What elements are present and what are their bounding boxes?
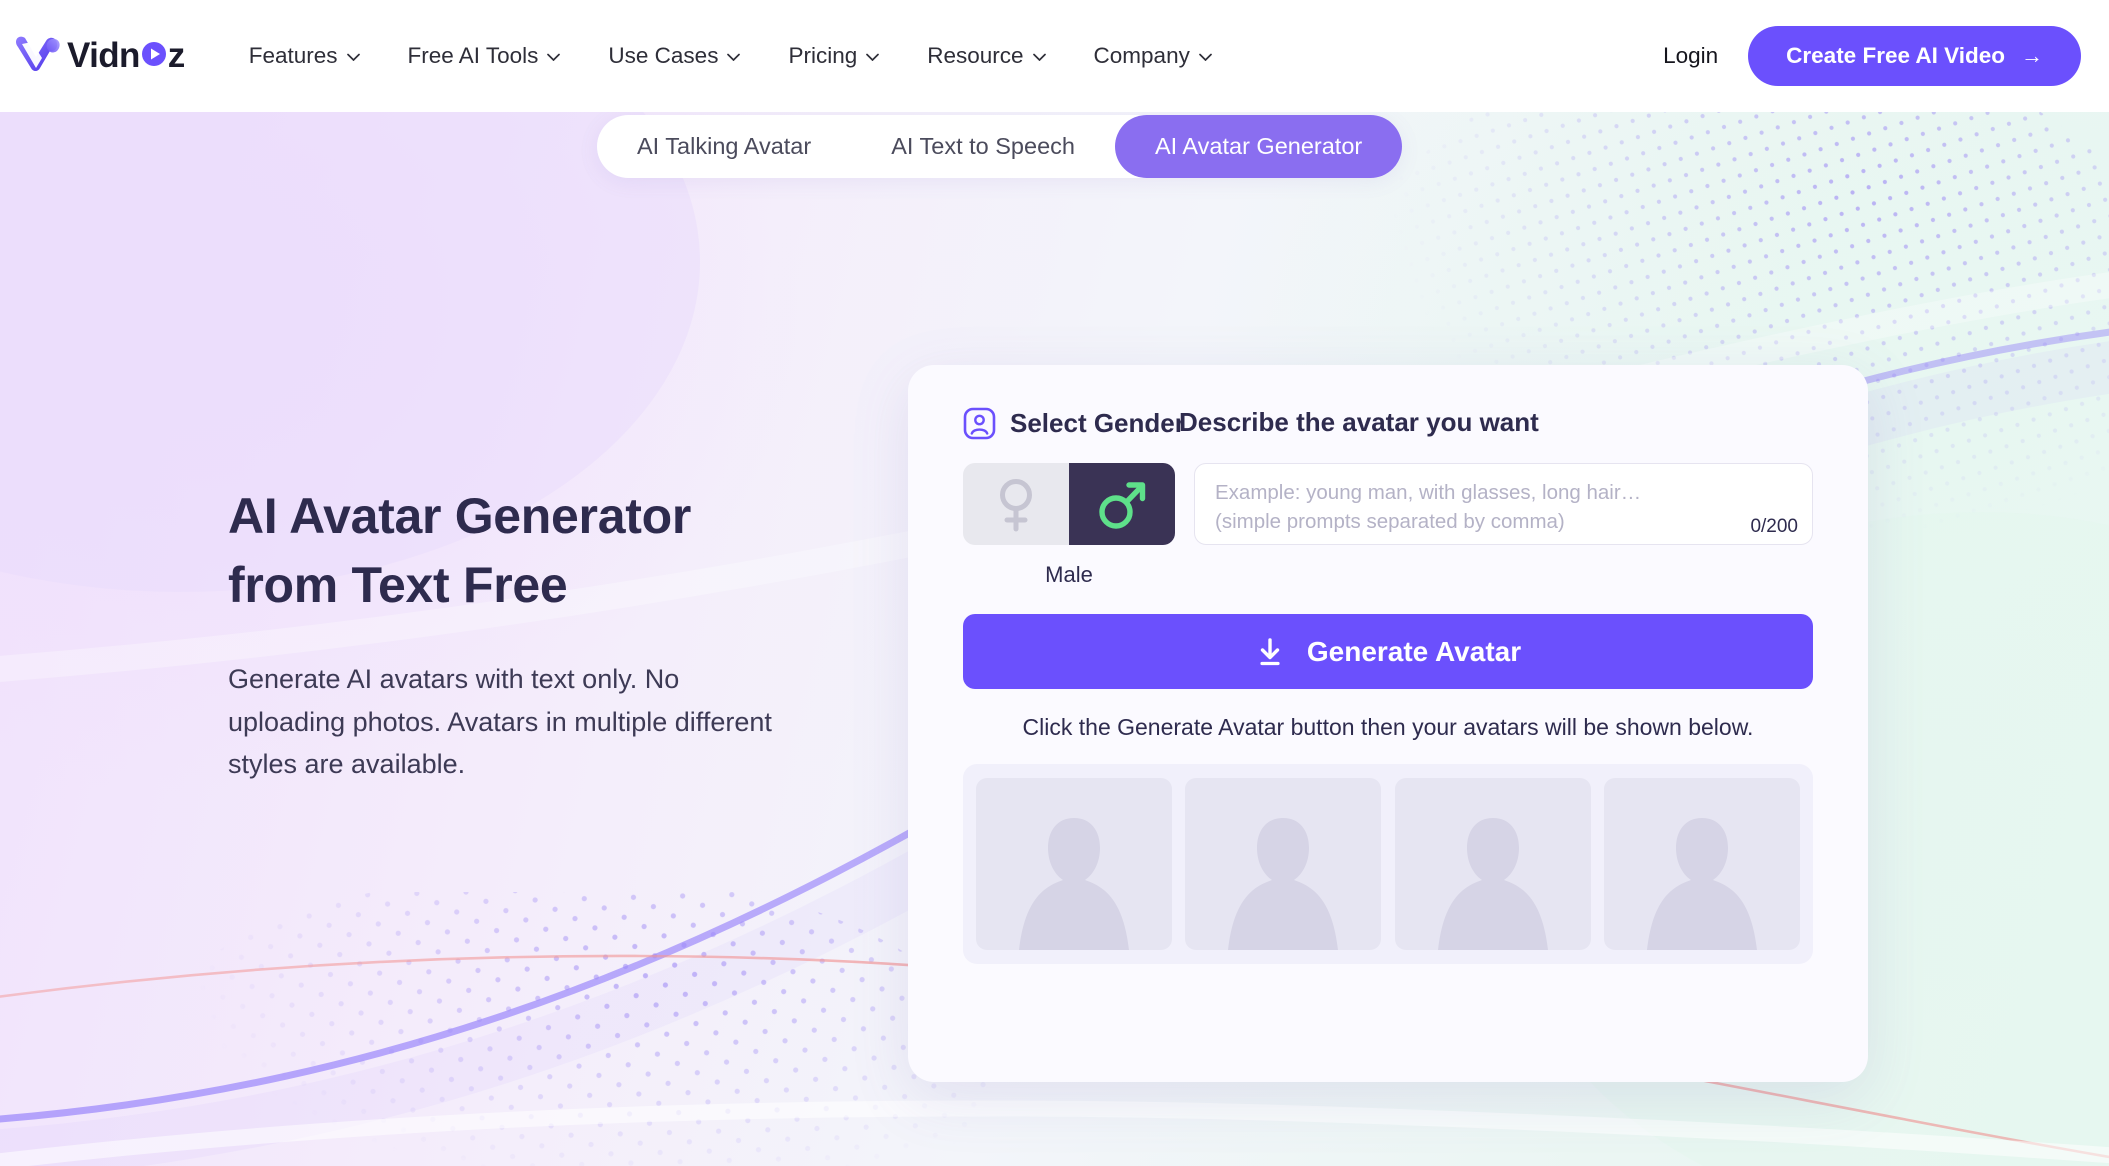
- nav-label: Use Cases: [608, 43, 719, 68]
- avatar-result-slot[interactable]: [976, 778, 1172, 950]
- arrow-right-icon: →: [2021, 43, 2043, 68]
- feature-tabs: AI Talking Avatar AI Text to Speech AI A…: [597, 115, 1403, 178]
- tab-ai-text-to-speech[interactable]: AI Text to Speech: [851, 115, 1115, 178]
- avatar-result-slot[interactable]: [1185, 778, 1382, 950]
- site-header: Vidn z Features Free AI Tools Use Cases …: [0, 0, 2109, 112]
- vidnoz-wordmark: Vidn z: [67, 36, 185, 76]
- female-symbol-icon: [993, 475, 1039, 533]
- nav-label: Pricing: [788, 43, 858, 68]
- generate-hint-text: Click the Generate Avatar button then yo…: [1022, 714, 1754, 740]
- tab-ai-talking-avatar[interactable]: AI Talking Avatar: [597, 115, 851, 178]
- download-arrow-icon: [1255, 637, 1285, 667]
- hero-text-block: AI Avatar Generator from Text Free Gener…: [228, 482, 788, 786]
- avatar-results-panel: [963, 764, 1813, 964]
- logo-text-part-1: Vidn: [67, 36, 140, 75]
- page-title-line-1: AI Avatar Generator: [228, 488, 691, 544]
- describe-avatar-label: Describe the avatar you want: [1179, 407, 1539, 437]
- prompt-placeholder-text: Example: young man, with glasses, long h…: [1215, 481, 1642, 534]
- gender-tiles: [963, 463, 1175, 545]
- page-title: AI Avatar Generator from Text Free: [228, 482, 788, 620]
- prompt-column: Example: young man, with glasses, long h…: [1194, 463, 1813, 545]
- nav-item-company[interactable]: Company: [1070, 43, 1236, 69]
- logo-o-play-icon: [141, 41, 167, 67]
- page-root: Vidn z Features Free AI Tools Use Cases …: [0, 0, 2109, 1166]
- generate-avatar-button[interactable]: Generate Avatar: [963, 614, 1813, 689]
- login-link[interactable]: Login: [1633, 43, 1748, 69]
- gender-option-female[interactable]: [963, 463, 1069, 545]
- gender-selector: Male: [963, 463, 1175, 588]
- avatar-result-slot[interactable]: [1603, 778, 1800, 950]
- nav-label: Resource: [927, 43, 1024, 68]
- vidnoz-logo[interactable]: Vidn z: [12, 30, 185, 82]
- vidnoz-logo-mark-icon: [12, 30, 64, 82]
- generate-avatar-label: Generate Avatar: [1306, 635, 1522, 667]
- logo-text-part-2: z: [167, 36, 186, 75]
- select-gender-header: Select Gender: [963, 407, 1185, 440]
- page-title-line-2: from Text Free: [228, 557, 568, 613]
- nav-label: Company: [1093, 43, 1190, 68]
- nav-label: Free AI Tools: [407, 43, 539, 68]
- nav-item-features[interactable]: Features: [225, 43, 384, 69]
- male-symbol-icon: [1095, 476, 1149, 532]
- chevron-down-icon: [866, 53, 880, 61]
- select-gender-label: Select Gender: [1010, 408, 1185, 438]
- nav-item-free-ai-tools[interactable]: Free AI Tools: [384, 43, 585, 69]
- chevron-down-icon: [727, 53, 741, 61]
- nav-label: Features: [248, 43, 338, 68]
- main-nav: Features Free AI Tools Use Cases Pricing: [225, 43, 1236, 69]
- avatar-generator-card: Select Gender Describe the avatar you wa…: [908, 365, 1868, 1082]
- create-free-ai-video-button[interactable]: Create Free AI Video →: [1748, 26, 2081, 86]
- header-actions: Login Create Free AI Video →: [1633, 26, 2081, 86]
- tab-ai-avatar-generator[interactable]: AI Avatar Generator: [1114, 115, 1403, 178]
- char-counter: 0/200: [1750, 516, 1798, 537]
- chevron-down-icon: [1198, 53, 1212, 61]
- nav-item-pricing[interactable]: Pricing: [764, 43, 903, 69]
- chevron-down-icon: [346, 53, 360, 61]
- chevron-down-icon: [547, 53, 561, 61]
- card-body-row: Male Example: young man, with glasses, l…: [963, 463, 1813, 588]
- user-in-rounded-square-icon: [963, 407, 996, 440]
- nav-item-resource[interactable]: Resource: [903, 43, 1069, 69]
- cta-label: Create Free AI Video: [1786, 43, 2005, 68]
- prompt-input-box[interactable]: Example: young man, with glasses, long h…: [1194, 463, 1813, 545]
- nav-item-use-cases[interactable]: Use Cases: [584, 43, 764, 69]
- gender-option-male[interactable]: [1069, 463, 1175, 545]
- hero-description: Generate AI avatars with text only. No u…: [228, 664, 772, 780]
- card-header-row: Select Gender Describe the avatar you wa…: [963, 407, 1813, 440]
- gender-selected-label: Male: [1045, 562, 1093, 587]
- chevron-down-icon: [1032, 53, 1046, 61]
- avatar-result-slot[interactable]: [1394, 778, 1591, 950]
